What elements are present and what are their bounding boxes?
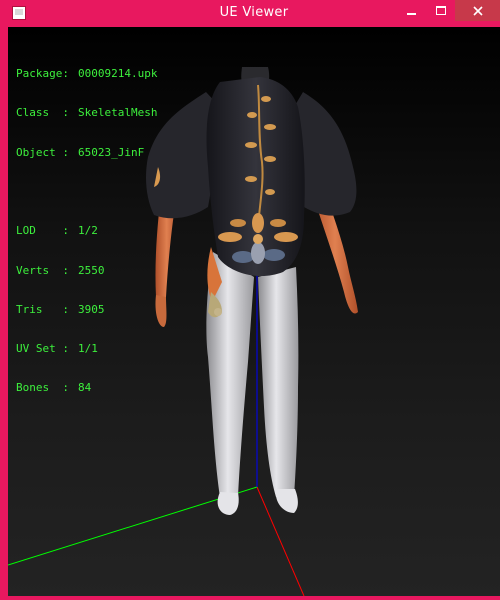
minimize-icon [407,12,416,15]
info-class: Class : SkeletalMesh [16,106,158,120]
character-model [146,67,358,515]
info-verts: Verts :2550 [16,263,105,277]
close-button[interactable] [455,0,500,21]
maximize-icon [436,6,446,15]
info-lod: LOD :1/2 [16,224,98,238]
minimize-button[interactable] [396,0,427,21]
title-bar[interactable]: UE Viewer [4,0,500,27]
app-window: UE Viewer Package: 00009214.upk Class: … [0,0,500,600]
info-object: Object :65023_JinF [16,145,145,159]
3d-viewport[interactable]: Package: 00009214.upk Class : SkeletalMesh… [8,27,500,596]
info-package: Package: 00009214.upk [16,67,158,81]
info-tris: Tris :3905 [16,302,105,316]
mesh-info-panel: Package: 00009214.upk Class : SkeletalMesh… [16,41,157,421]
info-bones: Bones :84 [16,381,92,395]
close-icon [472,5,483,16]
maximize-button[interactable] [427,0,455,21]
info-uvset: UV Set :1/1 [16,342,98,356]
